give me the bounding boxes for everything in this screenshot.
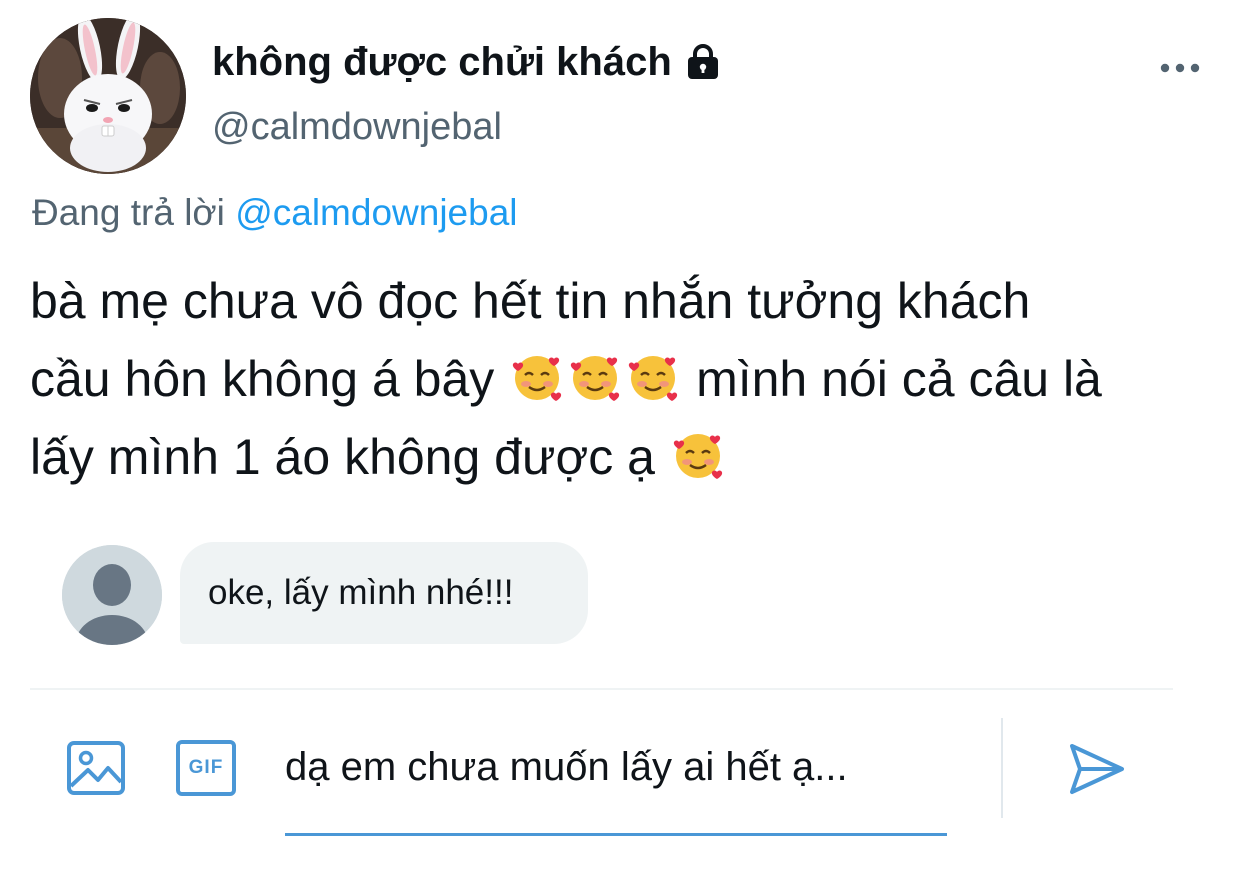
author-handle[interactable]: @calmdownjebal bbox=[212, 104, 502, 150]
image-icon[interactable] bbox=[66, 740, 126, 796]
author-avatar[interactable] bbox=[30, 18, 186, 174]
reply-text: oke, lấy mình nhé!!! bbox=[208, 573, 514, 612]
snowball-bunny-avatar-icon bbox=[30, 18, 186, 174]
smiling-face-with-hearts-emoji bbox=[568, 350, 622, 404]
more-horizontal-icon[interactable] bbox=[1158, 56, 1202, 80]
smiling-face-with-hearts-emoji bbox=[671, 428, 725, 482]
replying-to: Đang trả lời @calmdownjebal bbox=[32, 190, 518, 236]
smiling-face-with-hearts-emoji bbox=[510, 350, 564, 404]
replying-to-mention[interactable]: @calmdownjebal bbox=[235, 192, 517, 233]
tweet-line-3-text: lấy mình 1 áo không được ạ bbox=[30, 429, 655, 485]
reply-bubble: oke, lấy mình nhé!!! bbox=[180, 542, 588, 644]
tweet-line-2-text-b: mình nói cả câu là bbox=[696, 351, 1102, 407]
tweet-line-3: lấy mình 1 áo không được ạ bbox=[30, 418, 1235, 496]
gif-label: GIF bbox=[188, 757, 224, 778]
author-display-name[interactable]: không được chửi khách bbox=[212, 38, 722, 86]
tweet-line-2-text-a: cầu hôn không á bây bbox=[30, 351, 495, 407]
display-name-text: không được chửi khách bbox=[212, 40, 672, 84]
tweet-line-1: bà mẹ chưa vô đọc hết tin nhắn tưởng khá… bbox=[30, 273, 1031, 329]
default-user-avatar-icon bbox=[62, 545, 162, 645]
replying-to-prefix: Đang trả lời bbox=[32, 192, 225, 233]
composer-separator bbox=[1001, 718, 1003, 818]
tweet-text: bà mẹ chưa vô đọc hết tin nhắn tưởng khá… bbox=[30, 262, 1235, 496]
gif-button[interactable]: GIF bbox=[176, 740, 236, 796]
smiling-face-with-hearts-emoji bbox=[626, 350, 680, 404]
reply-user-avatar[interactable] bbox=[62, 545, 162, 645]
tweet-line-2: cầu hôn không á bây mình nói cả câu là bbox=[30, 340, 1235, 418]
divider bbox=[30, 688, 1173, 690]
send-icon[interactable] bbox=[1066, 738, 1128, 800]
lock-icon bbox=[687, 44, 718, 79]
reply-input-value: dạ em chưa muốn lấy ai hết ạ... bbox=[285, 745, 848, 789]
reply-input[interactable]: dạ em chưa muốn lấy ai hết ạ... bbox=[285, 742, 947, 836]
